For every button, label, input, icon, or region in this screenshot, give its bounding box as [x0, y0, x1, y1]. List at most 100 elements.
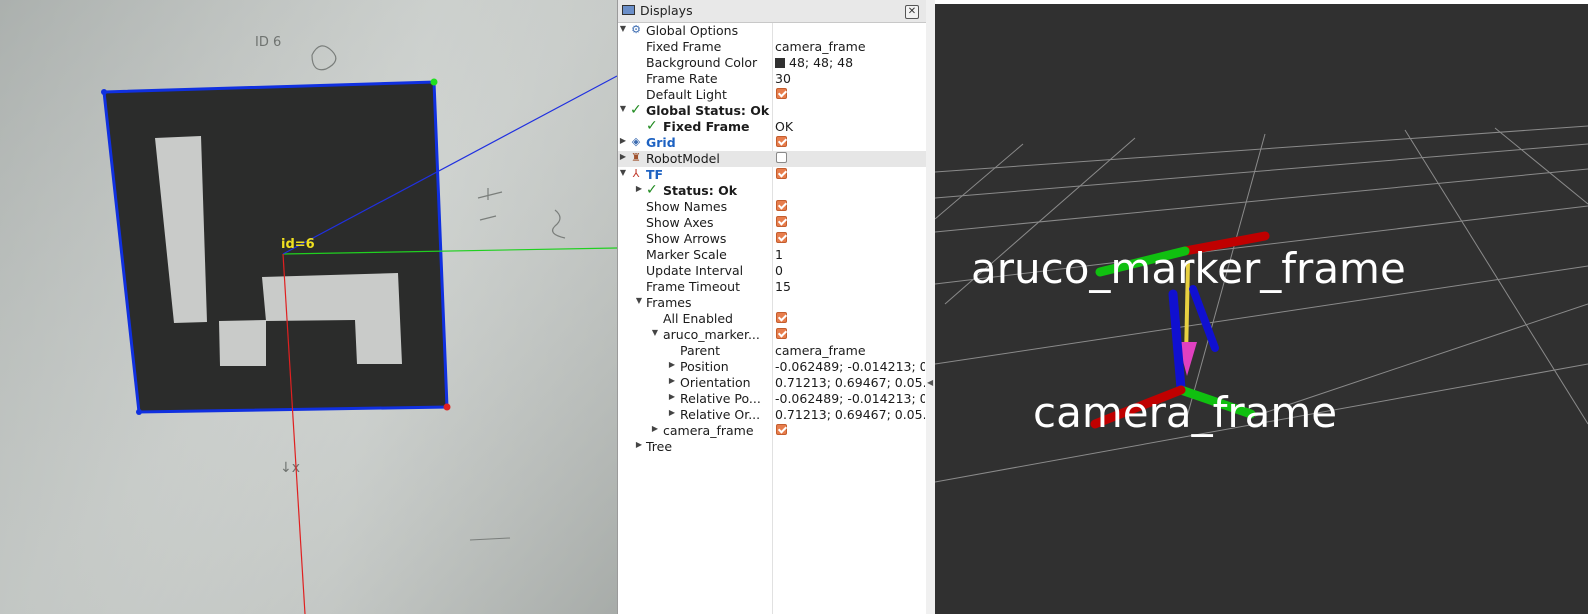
tree-row-show-names[interactable]: Show Names	[618, 199, 927, 215]
row-label: camera_frame	[663, 423, 754, 438]
tree-row-orientation[interactable]: ▶ Orientation 0.71213; 0.69467; 0.05...	[618, 375, 927, 391]
gear-icon: ⚙	[631, 23, 641, 36]
tree-row-status-fixed-frame[interactable]: ✓ Fixed Frame OK	[618, 118, 927, 135]
show-arrows-checkbox[interactable]	[776, 232, 787, 243]
tree-row-tf[interactable]: ▼ ⅄ TF	[618, 167, 927, 183]
expand-closed-icon[interactable]: ▶	[667, 392, 677, 401]
3d-scene[interactable]: aruco_marker_frame camera_frame	[935, 4, 1588, 614]
tree-row-frame-timeout[interactable]: Frame Timeout 15	[618, 279, 927, 295]
row-label: All Enabled	[663, 311, 733, 326]
row-label: aruco_marker...	[663, 327, 760, 342]
expand-closed-icon[interactable]: ▶	[650, 424, 660, 433]
row-label: Global Options	[646, 23, 739, 38]
expand-closed-icon[interactable]: ▶	[667, 360, 677, 369]
default-light-checkbox[interactable]	[776, 88, 787, 99]
expand-open-icon[interactable]: ▼	[650, 328, 660, 337]
tree-row-frames[interactable]: ▼ Frames	[618, 295, 927, 311]
row-label: Grid	[646, 135, 676, 150]
row-label: Relative Or...	[680, 407, 761, 422]
expand-open-icon[interactable]: ▼	[618, 24, 628, 33]
displays-tree: ▼ ⚙ Global Options Fixed Frame camera_fr…	[618, 23, 927, 614]
row-label: Position	[680, 359, 729, 374]
tree-row-robotmodel[interactable]: ▶ ♜ RobotModel	[618, 151, 927, 167]
robotmodel-checkbox[interactable]	[776, 152, 787, 163]
expand-closed-icon[interactable]: ▶	[667, 408, 677, 417]
camera-image-view: ID 6 ↓x id=6	[0, 0, 617, 614]
color-value: 48; 48; 48	[789, 55, 854, 70]
row-value: OK	[775, 119, 794, 134]
tree-row-background-color[interactable]: Background Color 48; 48; 48	[618, 55, 927, 71]
expand-open-icon[interactable]: ▼	[618, 104, 628, 113]
collapse-left-icon[interactable]: ◀	[927, 378, 933, 387]
expand-closed-icon[interactable]: ▶	[667, 376, 677, 385]
tree-row-position[interactable]: ▶ Position -0.062489; -0.014213; 0...	[618, 359, 927, 375]
tree-row-default-light[interactable]: Default Light	[618, 87, 927, 103]
row-label: Default Light	[646, 87, 727, 102]
tree-row-all-enabled[interactable]: All Enabled	[618, 311, 927, 327]
tree-row-relative-position[interactable]: ▶ Relative Po... -0.062489; -0.014213; 0…	[618, 391, 927, 407]
row-value[interactable]: 30	[775, 71, 925, 86]
tree-row-show-arrows[interactable]: Show Arrows	[618, 231, 927, 247]
frame-label-aruco: aruco_marker_frame	[971, 244, 1406, 293]
row-value[interactable]: 15	[775, 279, 925, 294]
row-label: Parent	[680, 343, 721, 358]
tf-checkbox[interactable]	[776, 168, 787, 179]
row-label: Frame Timeout	[646, 279, 740, 294]
3d-render-view[interactable]: aruco_marker_frame camera_frame	[935, 0, 1588, 614]
row-label: Update Interval	[646, 263, 744, 278]
marker-id-label: id=6	[281, 237, 315, 252]
row-label: Frame Rate	[646, 71, 718, 86]
row-value[interactable]: camera_frame	[775, 39, 925, 54]
tree-row-fixed-frame[interactable]: Fixed Frame camera_frame	[618, 39, 927, 55]
camera-frame-checkbox[interactable]	[776, 424, 787, 435]
frame-label-camera: camera_frame	[1033, 388, 1337, 437]
row-label: Tree	[646, 439, 673, 454]
tree-row-camera-frame[interactable]: ▶ camera_frame	[618, 423, 927, 439]
tree-row-global-options[interactable]: ▼ ⚙ Global Options	[618, 23, 927, 39]
row-label: RobotModel	[646, 151, 720, 166]
tree-row-marker-scale[interactable]: Marker Scale 1	[618, 247, 927, 263]
tree-row-aruco-marker-frame[interactable]: ▼ aruco_marker...	[618, 327, 927, 343]
tf-icon: ⅄	[632, 167, 640, 180]
expand-open-icon[interactable]: ▼	[634, 296, 644, 305]
all-enabled-checkbox[interactable]	[776, 312, 787, 323]
expand-closed-icon[interactable]: ▶	[634, 184, 644, 193]
row-label: Show Axes	[646, 215, 714, 230]
tree-row-tree[interactable]: ▶ Tree	[618, 439, 927, 455]
aruco-marker-checkbox[interactable]	[776, 328, 787, 339]
close-button[interactable]: ✕	[905, 5, 919, 19]
expand-closed-icon[interactable]: ▶	[634, 440, 644, 449]
tree-row-tf-status[interactable]: ▶ ✓ Status: Ok	[618, 182, 927, 199]
row-value-color[interactable]: 48; 48; 48	[775, 55, 925, 70]
tree-row-global-status[interactable]: ▼ ✓ Global Status: Ok	[618, 102, 927, 119]
show-axes-checkbox[interactable]	[776, 216, 787, 227]
tree-row-show-axes[interactable]: Show Axes	[618, 215, 927, 231]
row-value[interactable]: 1	[775, 247, 925, 262]
row-value: 0.71213; 0.69467; 0.05...	[775, 407, 925, 422]
tree-row-relative-orientation[interactable]: ▶ Relative Or... 0.71213; 0.69467; 0.05.…	[618, 407, 927, 423]
grid-checkbox[interactable]	[776, 136, 787, 147]
row-value: -0.062489; -0.014213; 0...	[775, 391, 925, 406]
row-label: Orientation	[680, 375, 751, 390]
row-label: TF	[646, 167, 664, 182]
status-ok-check-icon: ✓	[646, 182, 658, 198]
tree-row-grid[interactable]: ▶ ◈ Grid	[618, 135, 927, 151]
row-value: camera_frame	[775, 343, 866, 358]
panel-splitter[interactable]: ◀	[926, 0, 935, 614]
expand-open-icon[interactable]: ▼	[618, 168, 628, 177]
row-value[interactable]: 0	[775, 263, 925, 278]
grid-icon: ◈	[631, 135, 641, 148]
expand-closed-icon[interactable]: ▶	[618, 136, 628, 145]
expand-closed-icon[interactable]: ▶	[618, 152, 628, 161]
displays-panel: Displays ✕ ▼ ⚙ Global Options Fixed Fram…	[617, 0, 927, 614]
tree-row-frame-rate[interactable]: Frame Rate 30	[618, 71, 927, 87]
camera-overlay: ID 6 ↓x id=6	[0, 0, 617, 614]
tree-row-update-interval[interactable]: Update Interval 0	[618, 263, 927, 279]
tree-row-parent[interactable]: Parent camera_frame	[618, 343, 927, 359]
row-label: Fixed Frame	[663, 119, 750, 134]
row-label: Show Names	[646, 199, 728, 214]
show-names-checkbox[interactable]	[776, 200, 787, 211]
row-label: Fixed Frame	[646, 39, 722, 54]
row-label: Global Status: Ok	[646, 103, 770, 118]
color-swatch[interactable]	[775, 58, 785, 68]
